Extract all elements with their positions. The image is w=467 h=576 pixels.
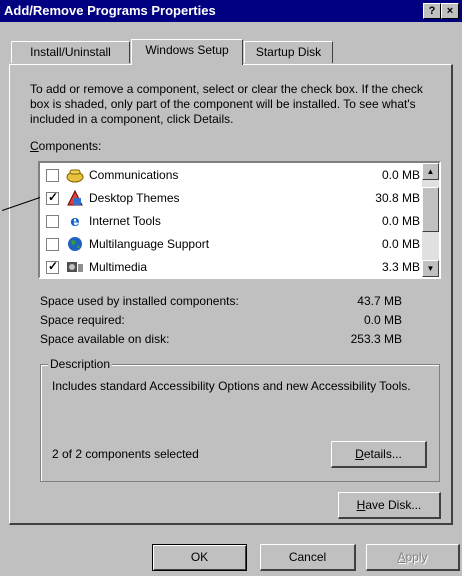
- intro-text: To add or remove a component, select or …: [30, 82, 423, 126]
- details-accel: D: [355, 447, 364, 461]
- list-item-desktop-themes[interactable]: ✓ Desktop Themes 30.8 MB: [44, 187, 426, 210]
- scroll-down-icon[interactable]: ▼: [422, 260, 439, 277]
- component-size: 30.8 MB: [375, 191, 420, 205]
- space-used-label: Space used by installed components:: [40, 294, 239, 308]
- component-size: 3.3 MB: [381, 260, 420, 274]
- component-name: Multimedia: [89, 260, 148, 274]
- tab-install-uninstall[interactable]: Install/Uninstall: [11, 41, 130, 63]
- space-required-value: 0.0 MB: [363, 313, 402, 327]
- component-size: 0.0 MB: [381, 237, 420, 251]
- component-name: Communications: [89, 168, 179, 182]
- tab-windows-setup[interactable]: Windows Setup: [131, 39, 243, 65]
- list-item-communications[interactable]: Communications 0.0 MB: [44, 164, 426, 187]
- component-name: Desktop Themes: [89, 191, 180, 205]
- ok-button[interactable]: OK: [152, 544, 247, 571]
- checkbox[interactable]: [46, 215, 59, 228]
- space-used-value: 43.7 MB: [357, 294, 402, 308]
- dialog-window: Add/Remove Programs Properties ? × Insta…: [0, 0, 462, 576]
- phone-icon: [66, 166, 84, 184]
- list-item-multimedia[interactable]: ✓ Multimedia 3.3 MB: [44, 256, 426, 279]
- scroll-thumb[interactable]: [422, 187, 439, 232]
- description-title: Description: [48, 357, 113, 371]
- have-disk-button[interactable]: Have Disk...: [338, 492, 441, 519]
- space-available-label: Space available on disk:: [40, 332, 170, 346]
- components-label-accel: C: [30, 139, 39, 153]
- cancel-button[interactable]: Cancel: [260, 544, 356, 571]
- check-mark-icon: ✓: [48, 259, 59, 273]
- close-button[interactable]: ×: [441, 3, 459, 19]
- apply-label: pply: [405, 550, 428, 564]
- details-button[interactable]: Details...: [331, 441, 427, 468]
- window-title: Add/Remove Programs Properties: [4, 3, 216, 18]
- checkbox[interactable]: ✓: [46, 190, 59, 205]
- tab-startup-disk[interactable]: Startup Disk: [244, 41, 333, 63]
- component-name: Internet Tools: [89, 214, 161, 228]
- ie-icon: e: [70, 212, 80, 230]
- checkbox[interactable]: [46, 238, 59, 251]
- component-size: 0.0 MB: [381, 168, 420, 182]
- list-item-internet-tools[interactable]: e Internet Tools 0.0 MB: [44, 210, 426, 233]
- apply-button[interactable]: Apply: [366, 544, 460, 571]
- checkbox[interactable]: ✓: [46, 259, 59, 274]
- components-label-rest: omponents:: [38, 139, 102, 153]
- space-available-value: 253.3 MB: [350, 332, 402, 346]
- scroll-up-icon[interactable]: ▲: [422, 163, 439, 180]
- help-button[interactable]: ?: [423, 3, 441, 19]
- components-list[interactable]: Communications 0.0 MB ✓ Desktop Themes 3…: [38, 161, 441, 279]
- themes-icon: [66, 189, 84, 207]
- space-required-label: Space required:: [40, 313, 125, 327]
- components-label: Components:: [30, 139, 101, 153]
- globe-icon: [66, 235, 84, 253]
- vertical-scrollbar[interactable]: ▲ ▼: [422, 163, 439, 277]
- details-label: etails...: [363, 447, 402, 461]
- description-text: Includes standard Accessibility Options …: [52, 379, 411, 393]
- check-mark-icon: ✓: [48, 190, 59, 204]
- title-bar[interactable]: Add/Remove Programs Properties ? ×: [0, 0, 462, 22]
- selected-count: 2 of 2 components selected: [52, 447, 199, 461]
- have-disk-label: ave Disk...: [365, 498, 422, 512]
- checkbox[interactable]: [46, 169, 59, 182]
- component-size: 0.0 MB: [381, 214, 420, 228]
- multimedia-icon: [66, 258, 84, 276]
- apply-accel: A: [397, 550, 406, 564]
- list-item-multilanguage-support[interactable]: Multilanguage Support 0.0 MB: [44, 233, 426, 256]
- component-name: Multilanguage Support: [89, 237, 210, 251]
